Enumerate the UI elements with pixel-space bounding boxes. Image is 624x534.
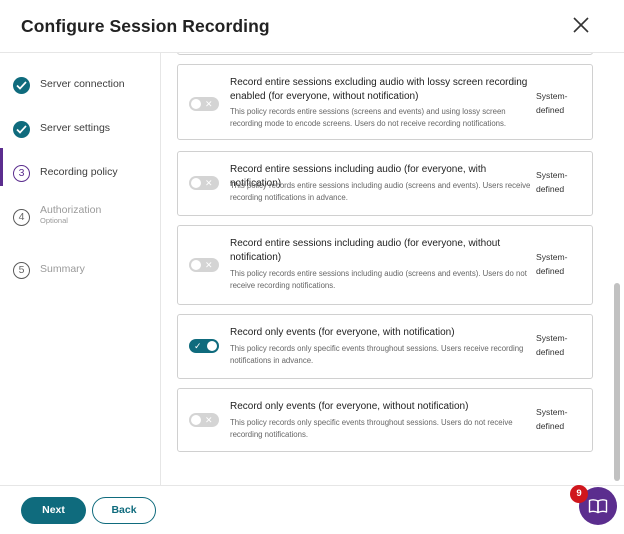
step-label: Summary (40, 263, 85, 275)
check-icon (16, 81, 27, 90)
policy-type: System-defined (536, 407, 568, 431)
policy-toggle[interactable]: ✕ (189, 413, 219, 427)
step-label: Authorization (40, 204, 102, 216)
dialog-title: Configure Session Recording (21, 16, 270, 36)
policy-list: ✕ Record entire sessions excluding audio… (161, 53, 612, 485)
policy-card-partial (177, 53, 593, 55)
back-button[interactable]: Back (92, 497, 156, 524)
policy-title: Record only events (for everyone, with n… (230, 327, 455, 338)
dialog-header: Configure Session Recording (0, 0, 624, 52)
toggle-knob (191, 415, 201, 425)
check-icon (16, 125, 27, 134)
toggle-knob (207, 341, 217, 351)
scrollbar-thumb[interactable] (614, 283, 620, 481)
footer-divider (0, 485, 624, 486)
step-recording-policy[interactable]: 3 Recording policy (0, 157, 160, 197)
step-number: 4 (18, 211, 25, 223)
policy-type: System-defined (536, 333, 568, 357)
policy-description: This policy records only specific events… (230, 344, 524, 365)
step-pending-marker: 4 (13, 209, 30, 226)
policy-description: This policy records entire sessions incl… (230, 269, 527, 290)
next-button[interactable]: Next (21, 497, 86, 524)
policy-toggle[interactable]: ✕ (189, 258, 219, 272)
policy-description: This policy records only specific events… (230, 418, 513, 439)
x-icon: ✕ (205, 99, 213, 109)
step-label: Recording policy (40, 166, 118, 178)
step-pending-marker: 5 (13, 262, 30, 279)
policy-type: System-defined (536, 252, 568, 276)
toggle-knob (191, 99, 201, 109)
policy-description: This policy records entire sessions incl… (230, 181, 531, 202)
step-current-marker: 3 (13, 165, 30, 182)
step-server-connection[interactable]: Server connection (0, 69, 160, 109)
step-server-settings[interactable]: Server settings (0, 113, 160, 153)
x-icon: ✕ (205, 260, 213, 270)
help-book-icon (588, 499, 608, 514)
policy-card[interactable]: ✕ Record entire sessions excluding audio… (177, 64, 593, 140)
check-icon: ✓ (194, 341, 202, 351)
step-authorization[interactable]: 4 Authorization Optional (0, 201, 160, 241)
step-summary[interactable]: 5 Summary (0, 254, 160, 294)
notification-badge: 9 (570, 485, 588, 503)
x-icon: ✕ (205, 178, 213, 188)
step-done-marker (13, 121, 30, 138)
policy-type: System-defined (536, 91, 568, 115)
policy-card[interactable]: ✕ Record only events (for everyone, with… (177, 388, 593, 452)
step-number: 3 (18, 167, 25, 179)
step-done-marker (13, 77, 30, 94)
close-button[interactable] (570, 14, 592, 36)
close-icon (573, 17, 589, 33)
policy-type: System-defined (536, 170, 568, 194)
step-label: Server connection (40, 78, 125, 90)
wizard-steps: Server connection Server settings 3 Reco… (0, 53, 160, 485)
policy-title: Record entire sessions excluding audio w… (230, 77, 528, 102)
policy-toggle[interactable]: ✕ (189, 97, 219, 111)
policy-description: This policy records entire sessions (scr… (230, 107, 507, 128)
step-number: 5 (18, 264, 25, 276)
policy-toggle[interactable]: ✕ (189, 176, 219, 190)
policy-card[interactable]: ✓ Record only events (for everyone, with… (177, 314, 593, 379)
toggle-knob (191, 178, 201, 188)
active-step-indicator (0, 148, 3, 186)
step-label: Server settings (40, 122, 111, 134)
toggle-knob (191, 260, 201, 270)
x-icon: ✕ (205, 415, 213, 425)
policy-title: Record only events (for everyone, withou… (230, 401, 469, 412)
policy-card[interactable]: ✕ Record entire sessions including audio… (177, 151, 593, 216)
policy-toggle[interactable]: ✓ (189, 339, 219, 353)
policy-card[interactable]: ✕ Record entire sessions including audio… (177, 225, 593, 305)
step-sublabel: Optional (40, 216, 68, 225)
policy-title: Record entire sessions including audio (… (230, 238, 501, 263)
